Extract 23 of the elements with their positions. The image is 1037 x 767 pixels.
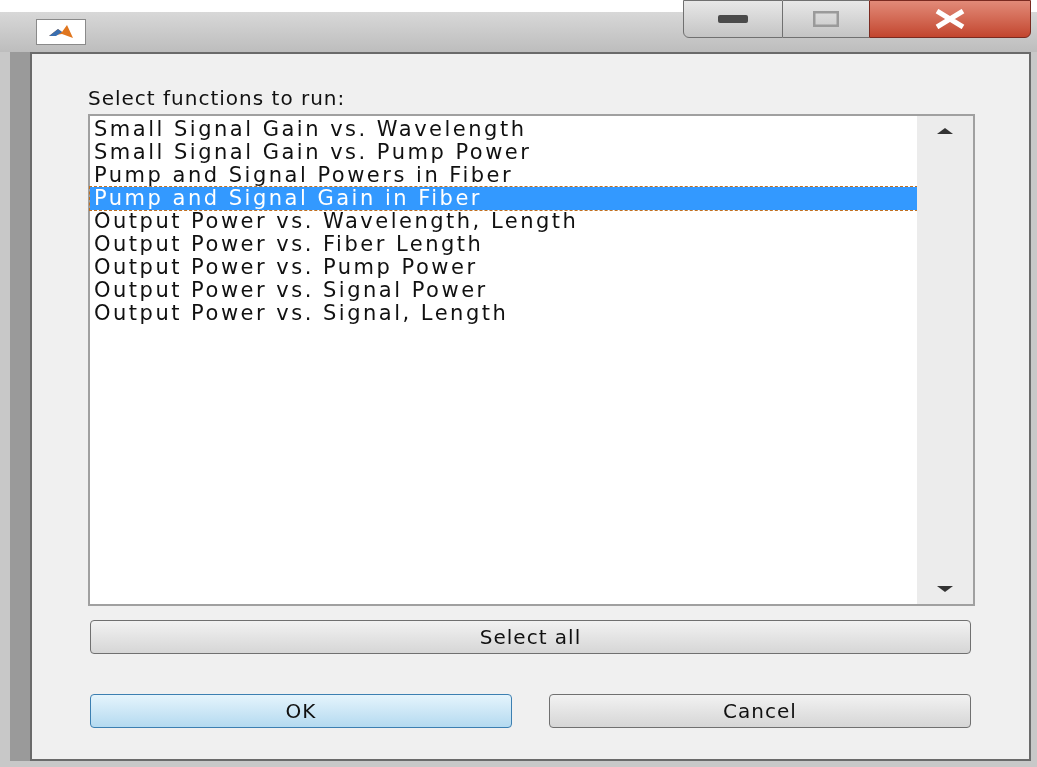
close-button[interactable]: [869, 0, 1031, 38]
scroll-up-icon: [937, 128, 953, 134]
dialog-button[interactable]: Cancel: [549, 694, 971, 728]
function-list-item[interactable]: Small Signal Gain vs. Pump Power: [90, 141, 917, 164]
app-icon: [36, 19, 86, 45]
select-all-button[interactable]: Select all: [90, 620, 971, 654]
function-list-item[interactable]: Output Power vs. Signal, Length: [90, 302, 917, 325]
maximize-icon: [813, 11, 839, 27]
maximize-button[interactable]: [783, 0, 869, 38]
minimize-button[interactable]: [683, 0, 783, 38]
scroll-down-icon: [937, 586, 953, 592]
scrollbar[interactable]: [917, 116, 973, 604]
function-list-item[interactable]: Pump and Signal Powers in Fiber: [90, 164, 917, 187]
dialog-button[interactable]: OK: [90, 694, 512, 728]
function-list[interactable]: [88, 114, 975, 606]
function-list-item[interactable]: Output Power vs. Wavelength, Length: [90, 210, 917, 233]
function-list-item[interactable]: Output Power vs. Signal Power: [90, 279, 917, 302]
minimize-icon: [718, 15, 748, 23]
close-icon: [933, 9, 967, 29]
function-list-item[interactable]: Output Power vs. Fiber Length: [90, 233, 917, 256]
function-list-item[interactable]: Output Power vs. Pump Power: [90, 256, 917, 279]
prompt-label: Select functions to run:: [88, 85, 347, 112]
function-list-item[interactable]: Small Signal Gain vs. Wavelength: [90, 118, 917, 141]
